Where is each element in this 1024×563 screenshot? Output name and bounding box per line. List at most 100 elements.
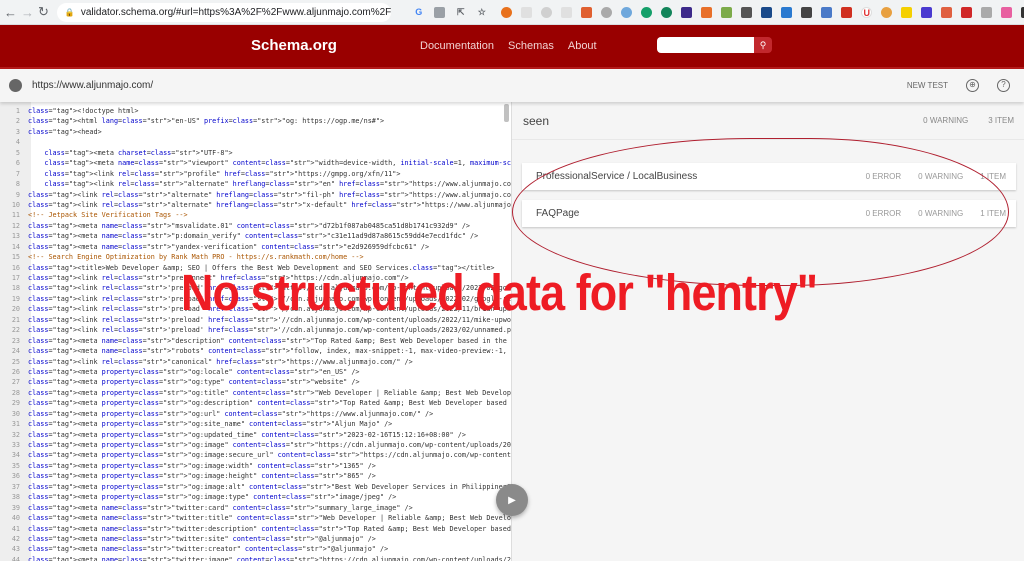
line-number: 26 [11,367,20,376]
extension-icon[interactable] [901,6,913,18]
nav-about[interactable]: About [568,40,597,52]
extension-icon[interactable] [801,6,813,18]
extension-icon[interactable]: U [861,6,873,18]
extension-icon[interactable] [521,6,533,18]
extension-icon[interactable] [561,6,573,18]
code-line: 7 class="tag"><link rel=class="str">"pro… [0,169,511,179]
code-line: 26 class="tag"><meta property=class="str"… [0,367,511,377]
line-number: 41 [11,524,20,533]
extension-icon[interactable] [981,6,993,18]
forward-icon[interactable]: → [21,3,34,21]
language-globe-icon[interactable]: ⊕ [966,79,979,92]
warning-count: 0 WARNING [918,209,964,218]
extension-icon[interactable] [501,6,513,18]
results-pane: seen 0 WARNING 3 ITEM ProfessionalServic… [512,102,1024,561]
code-text: class="tag"><meta name=class="str">"twit… [28,524,511,533]
line-number: 40 [11,514,20,523]
help-icon[interactable]: ? [997,79,1010,92]
tested-url[interactable]: https://www.aljunmajo.com/ [32,80,153,91]
code-text: class="tag"><link rel=class="str">"alter… [44,180,512,189]
line-number: 19 [11,294,20,303]
code-text: class="tag"><link rel=class="str">"profi… [44,169,401,178]
code-line: 30 class="tag"><meta property=class="str"… [0,409,511,419]
globe-icon [9,79,22,92]
code-line: 13 class="tag"><meta name=class="str">"p:… [0,231,511,241]
omnibox-actions: G ⇱ ☆ [413,6,487,18]
code-line: 25 class="tag"><link rel=class="str">"can… [0,357,511,367]
back-icon[interactable]: ← [4,3,17,21]
extension-icon[interactable] [681,6,693,18]
code-text: class="tag"><meta name=class="str">"p:do… [28,232,479,241]
code-line: 29 class="tag"><meta property=class="str"… [0,398,511,408]
google-icon[interactable]: G [413,7,424,18]
code-text: class="tag"><meta name=class="str">"view… [44,159,511,168]
extension-icon[interactable] [541,6,553,18]
translate-icon[interactable] [434,6,446,18]
code-line: 22 class="tag"><link rel=class="str">'pre… [0,325,511,335]
code-line: 27 class="tag"><meta property=class="str"… [0,377,511,387]
extensions-bar: U ★ a ⋮ [501,5,1024,19]
line-number: 1 [15,107,20,115]
code-text: class="tag"><meta property=class="str">"… [28,451,511,460]
extension-icon[interactable] [761,6,773,18]
extension-icon[interactable] [601,6,613,18]
code-text: class="tag"><meta property=class="str">"… [28,409,434,418]
address-bar[interactable]: 🔒 validator.schema.org/#url=https%3A%2F%… [56,2,392,22]
code-line: 4 [0,137,511,147]
extension-icon[interactable] [941,6,953,18]
line-number: 7 [15,169,20,178]
line-number: 38 [11,493,20,502]
line-number: 27 [11,378,20,387]
extension-icon[interactable] [741,6,753,18]
line-number: 42 [11,534,20,543]
reload-icon[interactable]: ↻ [38,3,49,21]
search-icon[interactable]: ⚲ [754,37,772,53]
extension-icon[interactable] [841,6,853,18]
code-line: 42 class="tag"><meta name=class="str">"tw… [0,534,511,544]
new-test-button[interactable]: NEW TEST [907,81,948,90]
warning-count: 0 WARNING [923,116,969,125]
result-type-name: FAQPage [536,208,580,219]
grammarly-icon[interactable] [641,6,653,18]
site-logo[interactable]: Schema.org [251,37,337,54]
nav-documentation[interactable]: Documentation [420,40,494,52]
extension-icon[interactable] [961,6,973,18]
share-icon[interactable]: ⇱ [455,7,466,18]
source-code-pane[interactable]: 1 class="tag"><!doctype html> 2 class="tag"… [0,102,512,561]
code-line: 15 <!-- Search Engine Optimization by Ran… [0,252,511,262]
line-number: 30 [11,409,20,418]
extension-icon[interactable] [821,6,833,18]
search-input[interactable] [657,37,754,53]
result-item-faqpage[interactable]: FAQPage 0 ERROR 0 WARNING 1 ITEM [522,200,1016,227]
extension-icon[interactable] [621,6,633,18]
nav-schemas[interactable]: Schemas [508,40,554,52]
code-line: 6 class="tag"><meta name=class="str">"vi… [0,158,511,168]
bookmark-star-icon[interactable]: ☆ [476,7,487,18]
extension-icon[interactable] [881,6,893,18]
extension-icon[interactable] [781,6,793,18]
extension-icon[interactable] [701,6,713,18]
annotation-overlay-text: No structured data for "hentry" [181,264,818,321]
extension-icon[interactable] [1001,6,1013,18]
code-line: 33 class="tag"><meta property=class="str"… [0,440,511,450]
results-header[interactable]: seen 0 WARNING 3 ITEM [512,102,1024,140]
extension-icon[interactable] [921,6,933,18]
site-nav: Documentation Schemas About [420,40,597,52]
code-scrollbar[interactable] [504,104,509,122]
extension-icon[interactable] [581,6,593,18]
item-count: 1 ITEM [980,209,1006,218]
code-line: 11 <!-- Jetpack Site Verification Tags --… [0,210,511,220]
results-title: seen [523,113,550,128]
line-number: 11 [11,211,20,220]
run-test-play-button[interactable]: ▶ [496,484,528,516]
extension-icon[interactable] [721,6,733,18]
extension-icon[interactable] [661,6,673,18]
code-text: class="tag"><!doctype html> [28,107,139,115]
line-number: 39 [11,503,20,512]
code-text: class="tag"><meta property=class="str">"… [28,367,360,376]
code-text: class="tag"><meta property=class="str">"… [28,482,512,491]
code-line: 36 class="tag"><meta property=class="str"… [0,471,511,481]
code-line: 37 class="tag"><meta property=class="str"… [0,482,511,492]
result-item-professional-service[interactable]: ProfessionalService / LocalBusiness 0 ER… [522,163,1016,190]
